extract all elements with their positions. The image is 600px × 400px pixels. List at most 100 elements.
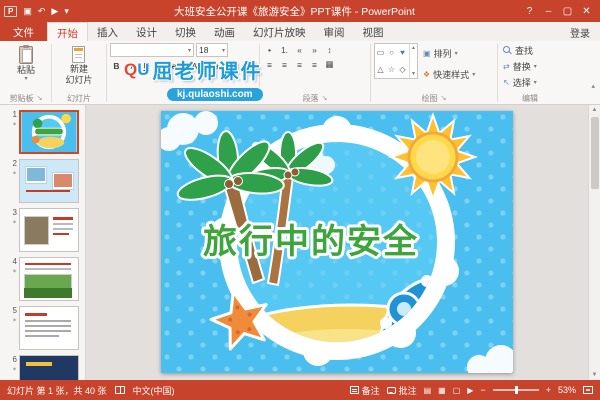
slide-thumbnail-2[interactable] <box>19 159 79 203</box>
zoom-out-icon[interactable]: − <box>480 385 485 395</box>
tab-animations[interactable]: 动画 <box>205 22 244 41</box>
zoom-slider-thumb[interactable] <box>514 386 518 394</box>
comments-button[interactable]: 批注 <box>386 384 417 397</box>
window-controls: ? – ▢ ✕ <box>520 6 596 17</box>
numbering-icon[interactable]: 1. <box>278 43 291 56</box>
fit-slide-to-window-icon[interactable] <box>583 386 593 394</box>
collapse-ribbon-icon[interactable]: ▴ <box>591 82 595 90</box>
vertical-scrollbar[interactable]: ▲ ▼ <box>588 105 600 380</box>
slide-number: 2 <box>12 159 17 168</box>
star-shape-icon[interactable]: ☆ <box>388 65 395 74</box>
ellipse-shape-icon[interactable]: ○ <box>389 48 394 57</box>
increase-indent-icon[interactable]: » <box>308 43 321 56</box>
italic-button[interactable]: I <box>125 59 138 72</box>
scroll-up-icon[interactable]: ▲ <box>411 45 416 51</box>
slide-thumbnail-5[interactable] <box>19 306 79 350</box>
slide-thumbnail-6[interactable] <box>19 355 79 380</box>
scrollbar-thumb[interactable] <box>590 117 599 189</box>
tab-insert[interactable]: 插入 <box>88 22 127 41</box>
line-spacing-icon[interactable]: ↕ <box>323 43 336 56</box>
find-button[interactable]: 查找 <box>501 43 539 58</box>
undo-icon[interactable]: ↶ <box>38 6 46 17</box>
new-slide-button[interactable]: 新建 幻灯片 <box>61 43 96 86</box>
font-color-button[interactable]: A <box>222 59 236 72</box>
transition-star-icon: ✶ <box>11 122 17 128</box>
quick-styles-button[interactable]: ❖ 快速样式 ▾ <box>420 66 478 83</box>
slide-sorter-view-icon[interactable]: ▦ <box>438 386 446 395</box>
align-right-icon[interactable]: ≡ <box>293 58 306 71</box>
help-button[interactable]: ? <box>520 6 539 17</box>
decrease-indent-icon[interactable]: « <box>293 43 306 56</box>
spell-check-icon[interactable] <box>114 386 125 394</box>
tab-transitions[interactable]: 切换 <box>166 22 205 41</box>
character-spacing-button[interactable]: AV <box>190 59 205 72</box>
start-slideshow-icon[interactable]: ▶ <box>51 6 58 17</box>
notes-button[interactable]: 备注 <box>349 384 380 397</box>
select-button[interactable]: ↖ 选择 ▾ <box>501 75 539 90</box>
status-bar-right: 备注 批注 ▤ ▦ ▢ ▶ − + 53% <box>349 384 593 397</box>
select-label: 选择 <box>512 78 531 88</box>
strikethrough-button[interactable]: abc <box>170 59 188 72</box>
scroll-down-icon[interactable]: ▼ <box>411 71 416 77</box>
slide-thumbnail-1[interactable] <box>19 110 79 154</box>
slide-editing-area: 旅行中的安全 <box>86 105 588 380</box>
select-icon: ↖ <box>503 78 510 87</box>
slide-icon <box>72 46 86 63</box>
justify-icon[interactable]: ≡ <box>308 58 321 71</box>
slide-thumbnail-3[interactable] <box>19 208 79 252</box>
font-size-combo[interactable]: 18 ▾ <box>196 43 228 57</box>
change-case-button[interactable]: Aa <box>206 59 220 72</box>
arrange-button[interactable]: ▣ 排列 ▾ <box>420 45 478 62</box>
tab-review[interactable]: 审阅 <box>315 22 354 41</box>
tab-home[interactable]: 开始 <box>47 22 88 41</box>
columns-icon[interactable]: ▦ <box>323 58 336 71</box>
triangle-shape-icon[interactable]: △ <box>377 65 383 74</box>
slide-number: 6 <box>12 355 17 364</box>
save-icon[interactable]: ▣ <box>23 6 32 17</box>
sign-in-link[interactable]: 登录 <box>560 22 600 41</box>
slide-indicator[interactable]: 幻灯片 第 1 张，共 40 张 <box>7 384 107 397</box>
slide-number: 4 <box>12 257 17 266</box>
zoom-slider[interactable] <box>492 386 539 394</box>
language-indicator[interactable]: 中文(中国) <box>133 384 175 397</box>
close-button[interactable]: ✕ <box>577 6 596 17</box>
tab-slideshow[interactable]: 幻灯片放映 <box>244 22 315 41</box>
normal-view-icon[interactable]: ▤ <box>424 386 432 395</box>
current-slide[interactable]: 旅行中的安全 <box>157 111 517 379</box>
align-left-icon[interactable]: ≡ <box>263 58 276 71</box>
minimize-button[interactable]: – <box>539 6 558 17</box>
underline-button[interactable]: U <box>140 59 153 72</box>
dialog-launcher-icon[interactable]: ↘ <box>322 94 328 102</box>
tab-design[interactable]: 设计 <box>127 22 166 41</box>
shapes-gallery[interactable]: ▭ ○ ♥ △ ☆ ◇ ▲ ▼ <box>374 43 418 79</box>
dialog-launcher-icon[interactable]: ↘ <box>180 94 186 102</box>
slide-number: 5 <box>12 306 17 315</box>
align-center-icon[interactable]: ≡ <box>278 58 291 71</box>
thumbnail-row-3: 3 ✶ <box>4 208 83 252</box>
diamond-shape-icon[interactable]: ◇ <box>399 65 405 74</box>
reading-view-icon[interactable]: ▢ <box>453 386 461 395</box>
font-name-combo[interactable]: ▾ <box>110 43 194 57</box>
dialog-launcher-icon[interactable]: ↘ <box>37 94 43 102</box>
dialog-launcher-icon[interactable]: ↘ <box>441 94 447 102</box>
slide-title[interactable]: 旅行中的安全 <box>200 219 420 264</box>
gallery-scrollbar[interactable]: ▲ ▼ <box>409 44 417 78</box>
chevron-down-icon: ▾ <box>221 47 225 54</box>
rectangle-shape-icon[interactable]: ▭ <box>377 48 385 57</box>
replace-button[interactable]: ⇄ 替换 ▾ <box>501 59 539 74</box>
zoom-level[interactable]: 53% <box>558 385 576 395</box>
slide-thumbnail-4[interactable] <box>19 257 79 301</box>
zoom-in-icon[interactable]: + <box>546 385 551 395</box>
tab-view[interactable]: 视图 <box>354 22 393 41</box>
transition-star-icon: ✶ <box>11 220 17 226</box>
slideshow-view-icon[interactable]: ▶ <box>467 386 473 395</box>
maximize-button[interactable]: ▢ <box>558 6 577 17</box>
scroll-up-icon[interactable]: ▲ <box>592 107 598 113</box>
text-shadow-button[interactable]: S <box>155 59 168 72</box>
tab-file[interactable]: 文件 <box>0 22 47 41</box>
bold-button[interactable]: B <box>110 59 123 72</box>
heart-shape-icon[interactable]: ♥ <box>400 48 405 57</box>
bullets-icon[interactable]: • <box>263 43 276 56</box>
scroll-down-icon[interactable]: ▼ <box>592 372 598 378</box>
paste-button[interactable]: 粘贴 ▾ <box>13 43 39 83</box>
